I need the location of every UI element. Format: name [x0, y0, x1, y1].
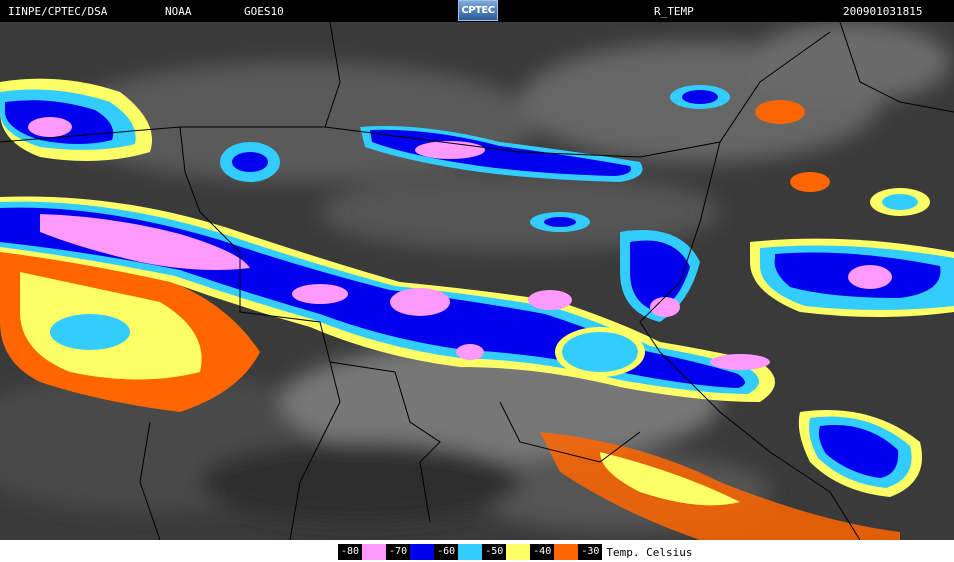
- header-bar: IINPE/CPTEC/DSA NOAA GOES10 CPTEC R_TEMP…: [0, 0, 954, 22]
- legend-label-40: -40: [530, 544, 555, 560]
- temperature-legend: -80 -70 -60 -50 -40 -30 Temp. Celsius: [338, 543, 692, 561]
- satellite-image: [0, 22, 954, 540]
- legend-swatch-80: [362, 544, 387, 560]
- legend-label-80: -80: [338, 544, 363, 560]
- agency-label: IINPE/CPTEC/DSA: [8, 5, 108, 18]
- legend-swatch-70: [410, 544, 435, 560]
- legend-label-30: -30: [578, 544, 603, 560]
- satellite-label: GOES10: [244, 5, 284, 18]
- legend-label-50: -50: [482, 544, 507, 560]
- org-label: NOAA: [165, 5, 192, 18]
- timestamp-label: 200901031815: [843, 5, 923, 18]
- product-label: R_TEMP: [654, 5, 694, 18]
- legend-label-70: -70: [386, 544, 411, 560]
- legend-swatch-50: [506, 544, 531, 560]
- legend-unit: Temp. Celsius: [606, 545, 693, 559]
- legend-swatch-60: [458, 544, 483, 560]
- cptec-logo: CPTEC: [458, 0, 498, 21]
- legend-label-60: -60: [434, 544, 459, 560]
- legend-swatch-40: [554, 544, 579, 560]
- satellite-map-svg: [0, 22, 954, 540]
